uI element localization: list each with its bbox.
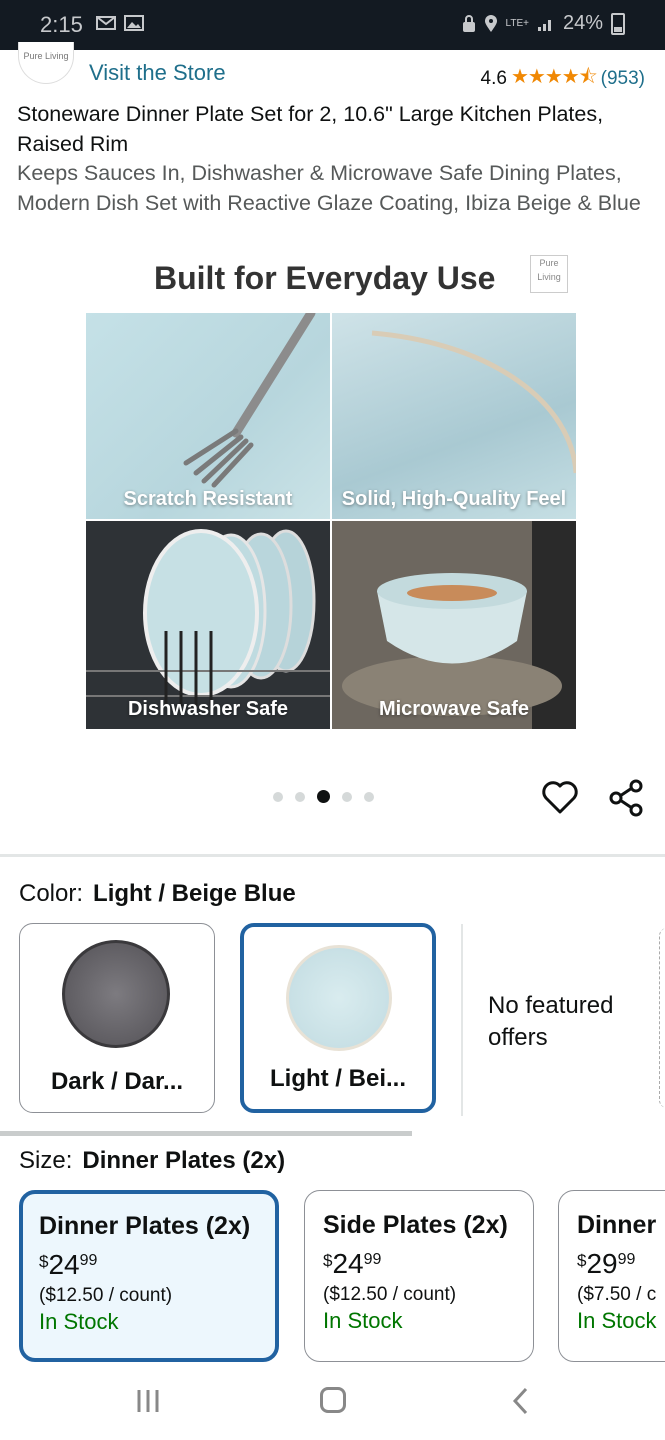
price-whole: 24 — [332, 1248, 364, 1279]
battery-icon — [611, 12, 625, 35]
image-icon — [124, 15, 144, 31]
store-logo[interactable]: Pure Living — [18, 42, 74, 84]
store-logo-text: Pure Living — [23, 51, 69, 61]
mail-icon — [96, 16, 116, 30]
notification-icons — [96, 15, 144, 31]
status-bar: 2:15 LTE+ 24% — [0, 0, 665, 50]
color-option-dark[interactable]: Dark / Dar... — [19, 923, 215, 1113]
vertical-divider — [461, 924, 463, 1116]
image-tile-dishwasher: Dishwasher Safe — [86, 521, 330, 729]
carousel-dots[interactable] — [273, 790, 374, 803]
network-label: LTE+ — [505, 18, 529, 29]
tile-label: Dishwasher Safe — [127, 698, 289, 720]
size-option-price: $2499 — [323, 1248, 533, 1280]
horizontal-scroll-indicator — [0, 1131, 412, 1136]
heart-icon[interactable] — [540, 778, 580, 818]
size-option-stock: In Stock — [323, 1308, 403, 1333]
tile-label: Scratch Resistant — [123, 488, 293, 510]
size-option-stock: In Stock — [39, 1309, 119, 1334]
lock-icon — [462, 14, 475, 32]
color-selected-value: Light / Beige Blue — [93, 880, 296, 907]
color-option-name: Light / Bei... — [270, 1065, 406, 1092]
battery-percent: 24% — [562, 12, 603, 34]
price-cents: 99 — [617, 1251, 636, 1268]
carousel-dot[interactable] — [273, 791, 283, 802]
carousel-dot[interactable] — [317, 790, 330, 803]
size-option-dinner-plates[interactable]: Dinner Plates (2x) $2499 ($12.50 / count… — [19, 1190, 279, 1362]
size-option-unit-price: ($12.50 / count) — [39, 1285, 173, 1306]
size-option-title: Dinner — [577, 1211, 657, 1239]
home-icon[interactable] — [320, 1387, 346, 1413]
price-cents: 99 — [79, 1252, 98, 1269]
product-title-main: Stoneware Dinner Plate Set for 2, 10.6" … — [17, 102, 604, 156]
price-whole: 24 — [48, 1249, 80, 1280]
color-option-name: Dark / Dar... — [50, 1068, 184, 1095]
image-tile-quality: Solid, High-Quality Feel — [332, 313, 576, 519]
image-tile-microwave: Microwave Safe — [332, 521, 576, 729]
system-nav-bar — [0, 1362, 665, 1440]
price-cents: 99 — [363, 1251, 382, 1268]
location-icon — [484, 14, 497, 32]
product-image[interactable]: Built for Everyday Use Pure Living Scrat… — [86, 255, 576, 729]
price-whole: 29 — [586, 1248, 618, 1279]
size-label-text: Size: — [19, 1147, 73, 1174]
hero-heading: Built for Everyday Use — [154, 260, 496, 296]
size-option-price: $2999 — [577, 1248, 665, 1280]
size-option-dinner-set[interactable]: Dinner $2999 ($7.50 / c In Stock — [558, 1190, 665, 1362]
hero-brand-logo: Pure Living — [530, 255, 568, 293]
price-currency: $ — [323, 1251, 333, 1270]
size-option-side-plates[interactable]: Side Plates (2x) $2499 ($12.50 / count) … — [304, 1190, 534, 1362]
color-label-text: Color: — [19, 880, 84, 907]
size-selected-value: Dinner Plates (2x) — [82, 1147, 286, 1174]
signal-icon — [537, 19, 551, 31]
price-currency: $ — [39, 1252, 49, 1271]
size-option-stock: In Stock — [577, 1308, 657, 1333]
share-icon[interactable] — [606, 778, 646, 818]
image-tile-scratch: Scratch Resistant — [86, 313, 330, 519]
visit-store-link[interactable]: Visit the Store — [89, 60, 226, 86]
plate-thumbnail — [286, 945, 392, 1051]
store-row: Pure Living Visit the Store 4.6 ★★★★⯪ (9… — [0, 42, 665, 96]
back-icon[interactable] — [508, 1386, 534, 1416]
rating-summary[interactable]: 4.6 ★★★★⯪ (953) — [481, 62, 645, 96]
size-option-unit-price: ($12.50 / count) — [323, 1284, 457, 1305]
section-divider — [0, 854, 665, 857]
recent-apps-icon[interactable] — [135, 1388, 161, 1414]
tile-label: Microwave Safe — [378, 698, 530, 720]
next-option-edge[interactable] — [659, 928, 665, 1108]
status-right: LTE+ 24% — [462, 12, 625, 35]
color-label: Color: Light / Beige Blue — [19, 880, 296, 908]
star-rating-icon: ★★★★⯪ — [510, 66, 598, 88]
size-option-title: Dinner Plates (2x) — [39, 1212, 251, 1240]
color-option-light[interactable]: Light / Bei... — [240, 923, 436, 1113]
product-title: Stoneware Dinner Plate Set for 2, 10.6" … — [17, 100, 647, 218]
plate-thumbnail — [62, 940, 170, 1048]
rating-count: (953) — [600, 68, 645, 89]
price-currency: $ — [577, 1251, 587, 1270]
carousel-dot[interactable] — [364, 791, 374, 802]
status-time: 2:15 — [40, 12, 83, 37]
size-label: Size: Dinner Plates (2x) — [19, 1147, 285, 1175]
size-option-price: $2499 — [39, 1249, 275, 1281]
carousel-dot[interactable] — [342, 791, 352, 802]
no-featured-offers: No featured offers — [488, 992, 614, 1051]
tile-label: Solid, High-Quality Feel — [341, 488, 567, 510]
hero-header: Built for Everyday Use Pure Living — [86, 255, 576, 313]
carousel-dot[interactable] — [295, 791, 305, 802]
size-option-title: Side Plates (2x) — [323, 1211, 508, 1239]
rating-value: 4.6 — [480, 68, 507, 89]
size-option-unit-price: ($7.50 / c — [577, 1284, 657, 1305]
product-title-detail: Keeps Sauces In, Dishwasher & Microwave … — [17, 161, 641, 215]
